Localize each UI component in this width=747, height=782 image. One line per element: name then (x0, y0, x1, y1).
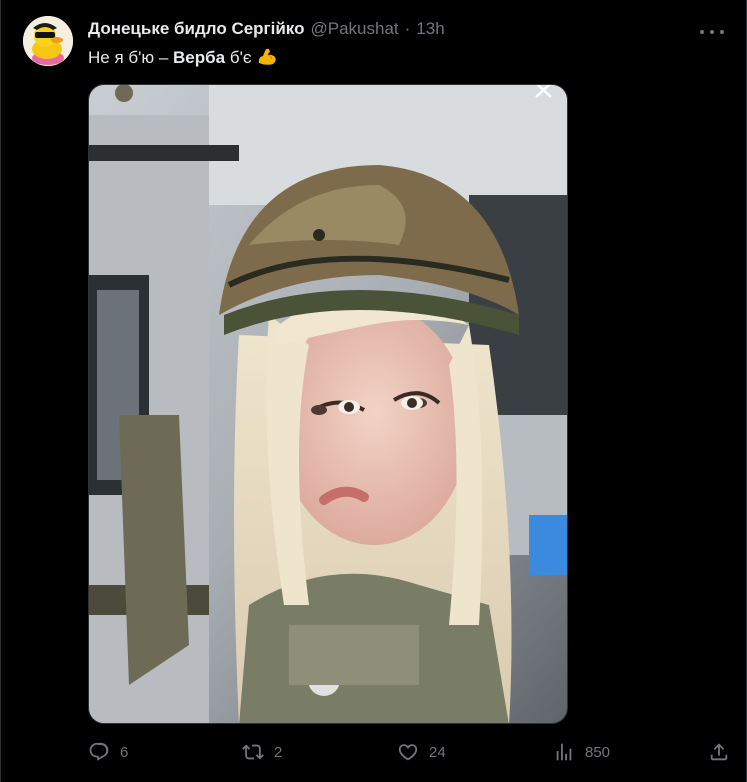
timestamp[interactable]: 13h (416, 19, 444, 39)
tweet-header: Донецьке бидло Сергійко @Pakushat · 13h (88, 19, 445, 39)
repost-count: 2 (274, 743, 283, 761)
repost-icon (242, 744, 264, 760)
more-dot-icon (710, 30, 714, 34)
separator-dot: · (404, 19, 411, 38)
more-dot-icon (700, 30, 704, 34)
tweet-text-prefix: Не я б'ю – (88, 48, 174, 67)
tweet-media-video[interactable] (88, 84, 568, 724)
tweet-text-bold: Верба (173, 48, 226, 67)
tweet-article[interactable]: Донецьке бидло Сергійко @Pakushat · 13h … (0, 0, 747, 782)
like-button[interactable]: 24 (397, 738, 446, 766)
avatar[interactable] (23, 16, 73, 66)
more-dot-icon (720, 30, 724, 34)
tweet-text: Не я б'ю – Верба б'є (88, 47, 278, 68)
repost-button[interactable]: 2 (242, 738, 282, 766)
video-frame-image (89, 85, 567, 723)
reply-icon (89, 742, 109, 761)
reply-count: 6 (120, 743, 129, 761)
heart-icon (398, 744, 418, 761)
tweet-actions: 6 2 24 850 (88, 738, 730, 766)
more-options-button[interactable] (700, 22, 724, 42)
views-chart-icon (556, 743, 572, 761)
display-name[interactable]: Донецьке бидло Сергійко (88, 19, 304, 39)
user-handle[interactable]: @Pakushat (310, 19, 398, 39)
avatar-duck-image (23, 16, 73, 66)
views-count: 850 (585, 743, 611, 761)
share-button[interactable] (708, 738, 730, 766)
tweet-text-suffix: б'є (225, 48, 252, 67)
like-count: 24 (429, 743, 446, 761)
flexed-biceps-icon (259, 48, 276, 65)
reply-button[interactable]: 6 (88, 738, 128, 766)
views-button[interactable]: 850 (553, 738, 610, 766)
share-icon (710, 743, 728, 761)
